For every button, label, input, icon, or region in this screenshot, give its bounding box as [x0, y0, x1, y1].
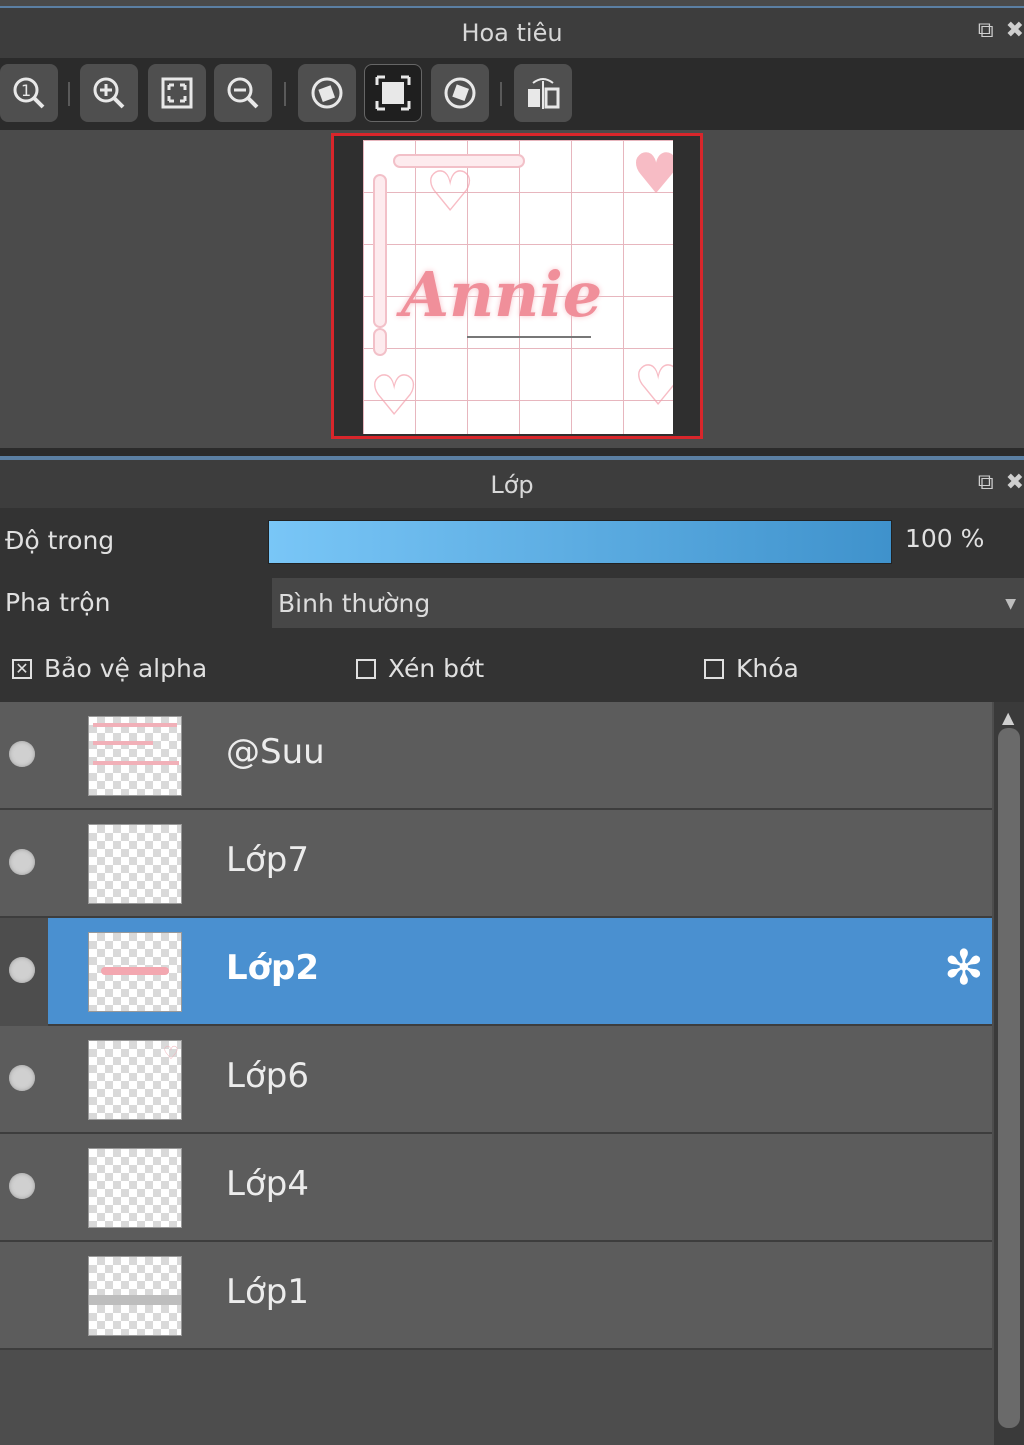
layer-row-selected[interactable]: Lớp2 ✻ [9, 918, 992, 1026]
layer-thumbnail [88, 932, 182, 1012]
popout-icon[interactable]: ⧉ [978, 472, 994, 494]
flip-horizontal-button[interactable] [514, 64, 572, 122]
visibility-icon[interactable] [9, 1173, 35, 1199]
thumb-mark [89, 1295, 181, 1305]
decor-bar [373, 328, 387, 356]
visibility-icon[interactable] [9, 957, 35, 983]
layer-name: Lớp4 [226, 1164, 309, 1204]
checkbox-box[interactable]: ✕ [12, 658, 32, 679]
decor-bar [373, 174, 387, 328]
heart-icon: ♡ [425, 160, 476, 225]
opacity-slider[interactable] [268, 520, 892, 564]
layers-panel-header: Lớp ⧉ ✖ [0, 458, 1024, 510]
layers-title-controls: ⧉ ✖ [978, 472, 1024, 494]
opacity-value: 100 % [905, 524, 985, 553]
visibility-icon[interactable] [9, 741, 35, 767]
layer-row[interactable]: ♡ Lớp6 [0, 1026, 992, 1134]
toolbar-separator [68, 82, 70, 106]
layer-thumbnail [88, 1148, 182, 1228]
navigator-title: Hoa tiêu [461, 19, 563, 47]
fit-frame-button[interactable] [364, 64, 422, 122]
layer-name: Lớp2 [226, 948, 320, 988]
heart-icon: ♡ [369, 364, 420, 429]
rotate-right-icon [444, 77, 476, 109]
flip-horizontal-icon [528, 78, 560, 109]
layer-name: Lớp1 [226, 1272, 309, 1312]
scroll-up-arrow-icon[interactable]: ▲ [1002, 708, 1014, 727]
visibility-icon[interactable] [9, 849, 35, 875]
thumb-mark [93, 723, 177, 727]
blend-mode-value: Bình thường [278, 588, 431, 618]
toolbar-separator [284, 82, 286, 106]
layer-properties: Độ trong 100 % Pha trộn Bình thường ▼ ✕ … [0, 508, 1024, 702]
blend-mode-select[interactable]: Bình thường ▼ [272, 578, 1024, 628]
layer-row[interactable]: @Suu [0, 702, 992, 810]
popout-icon[interactable]: ⧉ [978, 20, 994, 42]
protect-alpha-checkbox[interactable]: ✕ Bảo vệ alpha [12, 654, 207, 683]
heart-icon: ♡ [162, 1043, 179, 1064]
layer-thumbnail [88, 1256, 182, 1336]
lock-checkbox[interactable]: Khóa [704, 654, 799, 683]
navigator-toolbar: 1 [0, 58, 1024, 130]
rotate-left-button[interactable] [298, 64, 356, 122]
navigator-view[interactable]: ♡ ♥ ♡ ♡ Annie [0, 130, 1024, 448]
rotate-right-button[interactable] [431, 64, 489, 122]
checkbox-box[interactable] [356, 658, 376, 679]
checkbox-box[interactable] [704, 658, 724, 679]
heart-icon: ♥ [631, 142, 673, 207]
protect-alpha-label: Bảo vệ alpha [44, 654, 208, 683]
zoom-in-button[interactable] [80, 64, 138, 122]
heart-icon: ♡ [633, 354, 673, 419]
opacity-slider-fill [269, 521, 891, 563]
zoom-out-icon [227, 77, 259, 109]
svg-text:1: 1 [21, 81, 31, 100]
fit-screen-icon [161, 77, 193, 109]
viewport-frame[interactable]: ♡ ♥ ♡ ♡ Annie [331, 133, 703, 439]
layer-thumbnail [88, 824, 182, 904]
layers-title: Lớp [490, 471, 534, 499]
layer-name: Lớp6 [226, 1056, 309, 1096]
toolbar-separator [500, 82, 502, 106]
layer-row[interactable]: Lớp1 [0, 1242, 992, 1350]
zoom-in-icon [93, 77, 125, 109]
zoom-actual-button[interactable]: 1 [0, 64, 58, 122]
decor-line [467, 336, 591, 338]
zoom-out-button[interactable] [214, 64, 272, 122]
layer-name: @Suu [226, 732, 325, 772]
layer-row[interactable]: Lớp7 [0, 810, 992, 918]
canvas-preview: ♡ ♥ ♡ ♡ Annie [363, 140, 673, 434]
scrollbar-thumb[interactable] [998, 728, 1020, 1428]
thumb-mark [93, 761, 179, 765]
layer-row[interactable]: Lớp4 [0, 1134, 992, 1242]
layer-thumbnail: ♡ [88, 1040, 182, 1120]
clipping-checkbox[interactable]: Xén bớt [356, 654, 484, 683]
navigator-panel-header: Hoa tiêu ⧉ ✖ [0, 6, 1024, 58]
thumb-mark [101, 967, 169, 975]
thumb-mark [93, 741, 153, 745]
layer-scrollbar[interactable]: ▲ [994, 702, 1024, 1445]
dropdown-arrow-icon: ▼ [1005, 596, 1016, 612]
fit-screen-button[interactable] [148, 64, 206, 122]
close-icon[interactable]: ✖ [1006, 20, 1024, 42]
rotate-left-icon [311, 77, 343, 109]
layer-thumbnail [88, 716, 182, 796]
canvas-title-text: Annie [401, 258, 603, 331]
blend-label: Pha trộn [5, 588, 111, 617]
opacity-label: Độ trong [5, 526, 115, 555]
lock-label: Khóa [736, 654, 799, 683]
panel-divider[interactable] [0, 448, 1024, 458]
close-icon[interactable]: ✖ [1006, 472, 1024, 494]
clipping-label: Xén bớt [388, 654, 485, 683]
visibility-icon[interactable] [9, 1065, 35, 1091]
layer-name: Lớp7 [226, 840, 309, 880]
navigator-title-controls: ⧉ ✖ [978, 20, 1024, 42]
fit-frame-icon [375, 75, 411, 111]
zoom-actual-icon: 1 [13, 77, 45, 109]
gear-icon[interactable]: ✻ [944, 944, 984, 992]
layer-list: @Suu Lớp7 Lớp2 ✻ ♡ Lớp6 Lớp4 Lớp1 [0, 702, 994, 1445]
